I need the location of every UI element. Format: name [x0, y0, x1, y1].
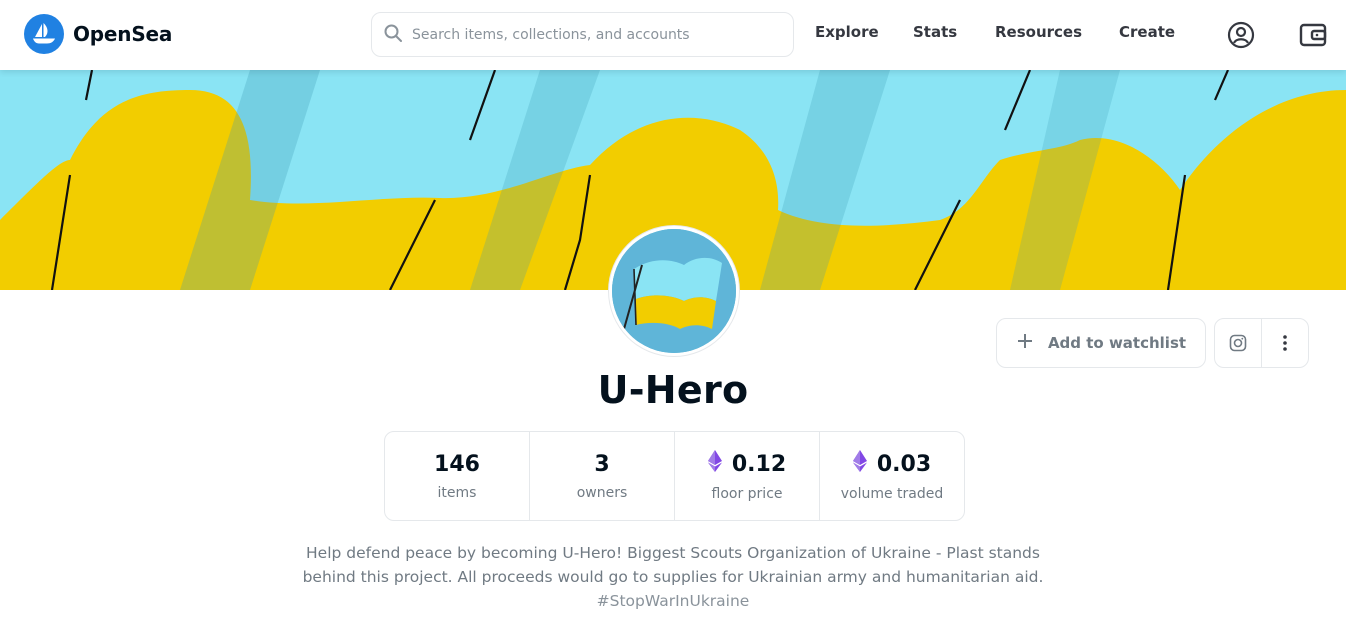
collection-title: U-Hero [597, 368, 749, 412]
search-input[interactable] [412, 26, 772, 43]
stat-label: floor price [711, 486, 783, 502]
wallet-icon[interactable] [1298, 20, 1328, 50]
instagram-icon[interactable] [1215, 319, 1261, 367]
add-to-watchlist-button[interactable]: Add to watchlist [996, 318, 1206, 368]
opensea-logo-icon [24, 14, 64, 54]
top-navbar: OpenSea Explore Stats Resources Create [0, 0, 1346, 70]
collection-stats: 146 items 3 owners 0.12 floor price 0.03… [384, 431, 965, 521]
search-bar[interactable] [371, 12, 794, 57]
stat-value: 3 [594, 451, 610, 477]
stat-items[interactable]: 146 items [385, 432, 529, 520]
stat-value: 146 [434, 451, 480, 477]
stat-owners[interactable]: 3 owners [529, 432, 674, 520]
collection-actions-group [1214, 318, 1309, 368]
stat-label: volume traded [840, 486, 944, 502]
collection-description: Help defend peace by becoming U-Hero! Bi… [283, 541, 1063, 613]
description-hashtag: #StopWarInUkraine [596, 592, 750, 610]
ethereum-icon [852, 450, 867, 478]
opensea-logo-link[interactable]: OpenSea [24, 14, 172, 54]
nav-stats[interactable]: Stats [913, 23, 957, 41]
description-line-2: behind this project. All proceeds would … [302, 568, 1044, 586]
more-options-icon[interactable] [1261, 319, 1308, 367]
search-icon [384, 24, 402, 46]
description-line-1: Help defend peace by becoming U-Hero! Bi… [306, 544, 1040, 562]
nav-create[interactable]: Create [1119, 23, 1175, 41]
ethereum-icon [707, 450, 722, 478]
stat-label: items [437, 484, 477, 501]
stat-floor-price[interactable]: 0.12 floor price [674, 432, 819, 520]
add-to-watchlist-label: Add to watchlist [1047, 334, 1187, 352]
stat-value: 0.03 [876, 451, 932, 477]
plus-icon [1016, 332, 1034, 354]
account-icon[interactable] [1226, 20, 1256, 50]
nav-explore[interactable]: Explore [815, 23, 879, 41]
collection-avatar [609, 226, 739, 356]
stat-value: 0.12 [731, 451, 787, 477]
stat-volume-traded[interactable]: 0.03 volume traded [819, 432, 964, 520]
brand-name: OpenSea [73, 22, 173, 46]
stat-label: owners [576, 484, 628, 501]
nav-resources[interactable]: Resources [995, 23, 1082, 41]
